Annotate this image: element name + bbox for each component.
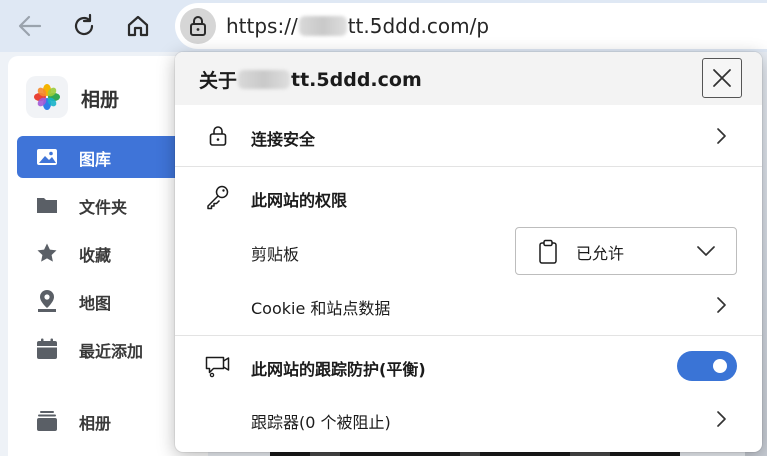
nav-item-gallery[interactable]: 图库 <box>17 136 192 178</box>
home-icon <box>127 15 149 37</box>
flyout-title-prefix: 关于 <box>199 70 238 92</box>
nav-item-label: 地图 <box>79 294 112 313</box>
redacted-blur <box>298 16 347 36</box>
nav-item-label: 收藏 <box>79 246 112 265</box>
address-bar[interactable]: https:// tt.5ddd.com/p <box>175 3 767 49</box>
home-button[interactable] <box>120 8 156 44</box>
divider <box>175 166 762 167</box>
lock-icon <box>190 16 206 36</box>
close-icon <box>713 69 731 87</box>
site-info-flyout: 关于 tt.5ddd.com 连接安全 此网站的权限 剪贴板 已允许 Cooki… <box>175 52 762 452</box>
map-pin-icon <box>35 289 59 313</box>
redacted-blur <box>238 70 291 89</box>
photos-logo-icon <box>26 76 68 118</box>
divider <box>175 335 762 336</box>
tracking-prevention-icon <box>205 353 231 379</box>
trackers-label: 跟踪器(0 个被阻止) <box>251 413 391 432</box>
cookie-site-data-row[interactable]: Cookie 和站点数据 <box>175 280 762 334</box>
chevron-right-icon <box>712 296 730 314</box>
back-button[interactable] <box>12 8 48 44</box>
nav-item-map[interactable]: 地图 <box>17 280 192 322</box>
nav-item-albums[interactable]: 相册 <box>17 400 192 442</box>
arrow-left-icon <box>18 15 42 37</box>
clipboard-permission-value: 已允许 <box>576 244 625 263</box>
app-title: 相册 <box>81 89 120 111</box>
chevron-down-icon <box>696 243 716 262</box>
connection-secure-row[interactable]: 连接安全 <box>175 105 762 167</box>
browser-toolbar: https:// tt.5ddd.com/p <box>0 0 767 52</box>
site-info-button[interactable] <box>180 8 216 44</box>
toggle-knob <box>713 359 727 373</box>
url-prefix: https:// <box>226 14 298 38</box>
calendar-icon <box>35 337 59 361</box>
connection-secure-label: 连接安全 <box>251 130 316 149</box>
trackers-row[interactable]: 跟踪器(0 个被阻止) <box>175 394 762 446</box>
tracking-prevention-label: 此网站的跟踪防护(平衡) <box>251 360 426 379</box>
nav-item-favorites[interactable]: 收藏 <box>17 232 192 274</box>
url-text[interactable]: https:// tt.5ddd.com/p <box>226 14 489 38</box>
image-icon <box>35 145 59 169</box>
clipboard-icon <box>538 239 558 269</box>
clipboard-label: 剪贴板 <box>251 245 300 264</box>
nav-item-label: 文件夹 <box>79 198 128 217</box>
tracking-prevention-toggle[interactable] <box>677 351 737 381</box>
permissions-heading: 此网站的权限 <box>251 191 348 210</box>
nav-item-label: 相册 <box>79 414 112 433</box>
albums-icon <box>35 409 59 433</box>
cookie-site-data-label: Cookie 和站点数据 <box>251 299 391 318</box>
lock-icon <box>205 123 231 149</box>
refresh-button[interactable] <box>66 8 102 44</box>
flyout-title-domain: tt.5ddd.com <box>291 68 422 91</box>
chevron-right-icon <box>712 127 730 145</box>
nav-item-folders[interactable]: 文件夹 <box>17 184 192 226</box>
refresh-icon <box>74 13 94 36</box>
close-button[interactable] <box>702 58 742 98</box>
nav-item-recent[interactable]: 最近添加 <box>17 328 192 370</box>
star-icon <box>35 241 59 265</box>
nav-item-label: 图库 <box>79 150 112 169</box>
clipboard-permission-select[interactable]: 已允许 <box>515 227 737 275</box>
url-suffix: tt.5ddd.com/p <box>347 14 490 38</box>
flyout-header: 关于 tt.5ddd.com <box>175 52 762 105</box>
chevron-right-icon <box>712 410 730 428</box>
key-icon <box>205 184 231 210</box>
flyout-title: 关于 tt.5ddd.com <box>199 66 422 93</box>
folder-icon <box>35 193 59 217</box>
nav-item-label: 最近添加 <box>79 342 144 361</box>
